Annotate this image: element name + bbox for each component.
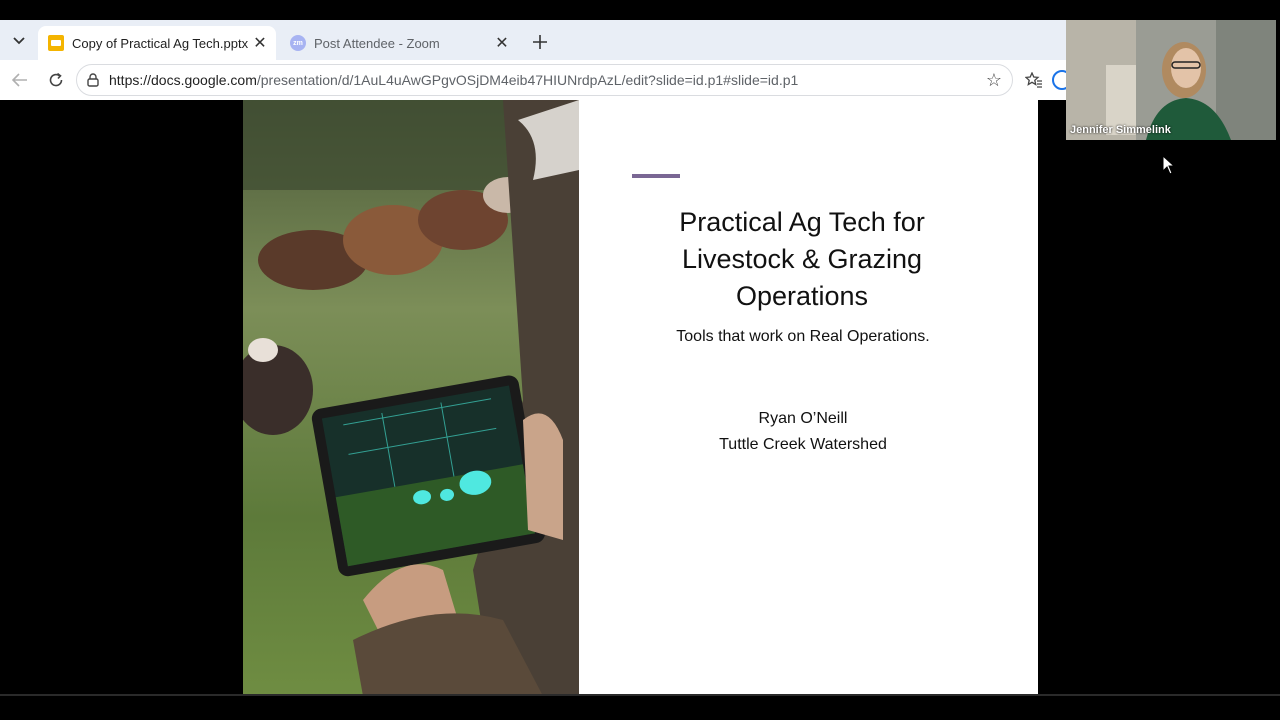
mouse-cursor-icon xyxy=(1162,155,1176,175)
close-tab-icon[interactable]: ✕ xyxy=(492,33,512,53)
tab-title: Post Attendee - Zoom xyxy=(314,35,440,51)
zoom-icon: zm xyxy=(290,35,306,51)
presentation-viewport: Practical Ag Tech for Livestock & Grazin… xyxy=(4,100,1276,696)
back-button[interactable] xyxy=(8,68,32,92)
author-name: Ryan O’Neill xyxy=(758,410,848,427)
new-tab-button[interactable] xyxy=(528,30,552,54)
title-line: Livestock & Grazing xyxy=(681,244,923,274)
title-accent-line xyxy=(632,174,680,178)
tab-title: Copy of Practical Ag Tech.pptx - G xyxy=(72,35,250,51)
browser-toolbar: https://docs.google.com/presentation/d/1… xyxy=(0,60,1072,100)
slide-subtitle: Tools that work on Real Operations. xyxy=(676,328,930,345)
tab-strip: Copy of Practical Ag Tech.pptx - G ✕ zm … xyxy=(0,20,1066,60)
reload-icon xyxy=(49,72,63,87)
site-info-icon[interactable] xyxy=(85,73,101,87)
url-text[interactable]: https://docs.google.com/presentation/d/1… xyxy=(109,72,982,88)
tab-search-button[interactable] xyxy=(6,28,32,54)
title-line: Operations xyxy=(735,281,869,311)
chevron-down-icon xyxy=(13,37,25,45)
tab-google-slides[interactable]: Copy of Practical Ag Tech.pptx - G ✕ xyxy=(38,26,276,60)
url-host: https://docs.google.com xyxy=(109,72,257,88)
tab-zoom[interactable]: zm Post Attendee - Zoom ✕ xyxy=(280,26,518,60)
author-block: Ryan O’Neill Tuttle Creek Watershed xyxy=(603,406,1003,458)
author-organization: Tuttle Creek Watershed xyxy=(719,436,887,453)
arrow-left-icon xyxy=(12,73,27,87)
favorites-icon[interactable] xyxy=(1022,68,1046,92)
slide-photo-farmer-tablet xyxy=(243,100,579,696)
slide: Practical Ag Tech for Livestock & Grazin… xyxy=(243,100,1038,696)
reload-button[interactable] xyxy=(44,68,68,92)
close-tab-icon[interactable]: ✕ xyxy=(250,33,270,53)
slide-title: Practical Ag Tech for Livestock & Grazin… xyxy=(613,204,991,315)
plus-icon xyxy=(533,35,547,49)
participant-video-image xyxy=(1066,20,1276,140)
address-bar[interactable]: https://docs.google.com/presentation/d/1… xyxy=(76,64,1013,96)
title-line: Practical Ag Tech for xyxy=(679,207,925,237)
bottom-black-bar xyxy=(0,696,1280,720)
url-path: /presentation/d/1AuL4uAwGPgvOSjDM4eib47H… xyxy=(256,72,799,88)
participant-video[interactable]: Jennifer Simmelink xyxy=(1066,20,1276,140)
bookmark-star-icon[interactable]: ☆ xyxy=(982,70,1006,91)
google-slides-icon xyxy=(48,35,64,51)
participant-name: Jennifer Simmelink xyxy=(1070,124,1171,136)
top-black-bar xyxy=(0,0,1280,20)
